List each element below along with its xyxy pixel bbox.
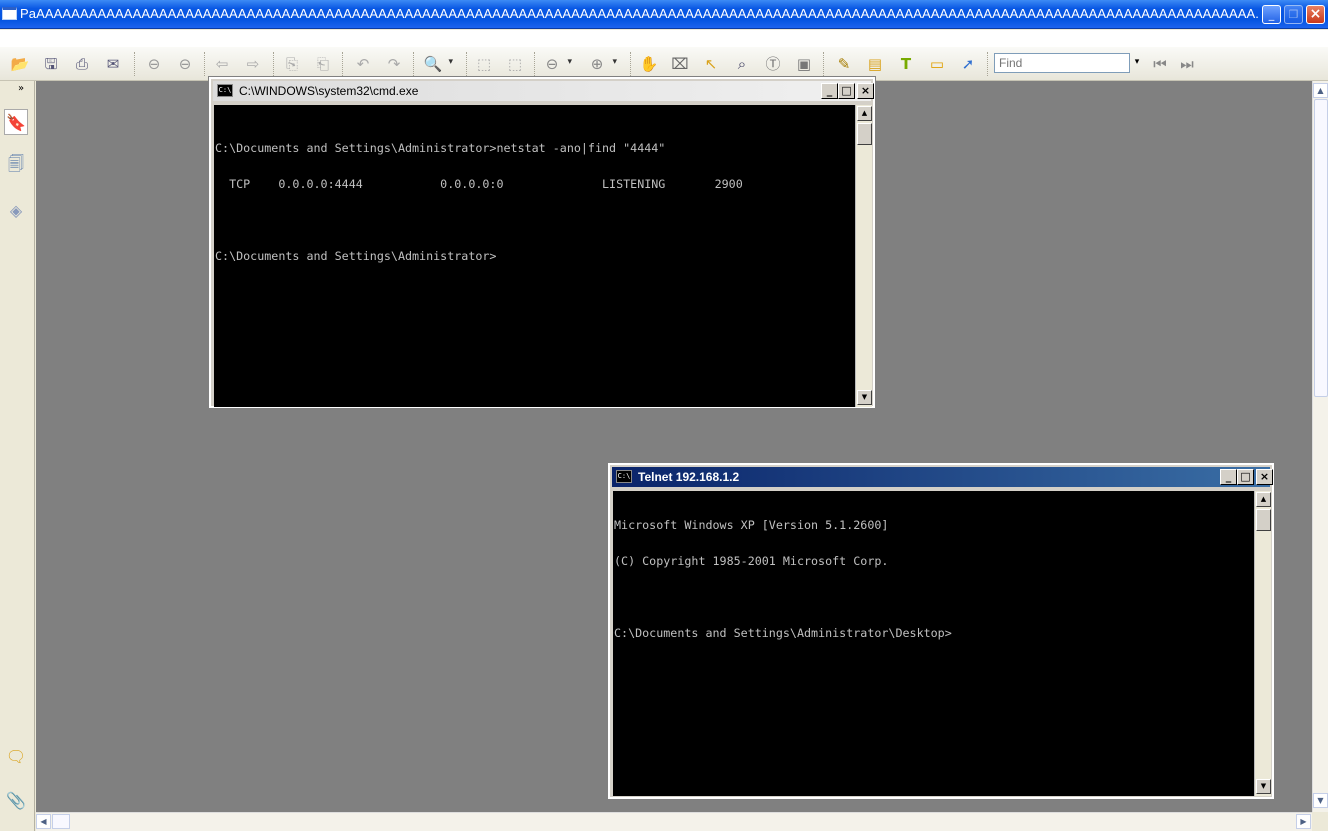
toolbar-separator: [273, 52, 275, 76]
console-icon: C:\: [217, 84, 233, 97]
expand-sidebar-icon[interactable]: »: [18, 83, 24, 94]
zoom-icon[interactable]: 🔍: [422, 53, 453, 75]
telnet-maximize-button[interactable]: □: [1237, 469, 1254, 485]
main-title-bar[interactable]: PaAAAAAAAAAAAAAAAAAAAAAAAAAAAAAAAAAAAAAA…: [0, 0, 1328, 29]
find-dropdown-icon[interactable]: ▾: [1131, 53, 1143, 73]
toolbar-separator: [534, 52, 536, 76]
find-previous-icon[interactable]: ⏮: [1149, 53, 1171, 75]
bookmarks-icon[interactable]: 🔖: [4, 109, 28, 135]
pages-icon[interactable]: 🗐: [4, 153, 28, 179]
toolbar-separator: [204, 52, 206, 76]
cmd-console-output[interactable]: C:\Documents and Settings\Administrator>…: [214, 105, 855, 407]
scroll-down-icon[interactable]: ▼: [1313, 793, 1328, 808]
telnet-scroll-thumb[interactable]: [1256, 509, 1271, 531]
toolbar-separator: [987, 52, 989, 76]
select-tool-icon[interactable]: ↖: [700, 53, 722, 75]
scroll-up-icon[interactable]: ▲: [1256, 492, 1271, 507]
menu-area: [0, 30, 1328, 47]
scroll-up-icon[interactable]: ▲: [857, 106, 872, 121]
back-icon[interactable]: ⇦: [211, 53, 233, 75]
vertical-scrollbar[interactable]: ▲ ▼: [1312, 81, 1328, 812]
insert-pages-icon[interactable]: ⎗: [312, 53, 334, 75]
page-down-icon[interactable]: ⊖: [174, 53, 196, 75]
cmd-close-button[interactable]: ×: [857, 83, 874, 99]
cmd-title-bar[interactable]: C:\ C:\WINDOWS\system32\cmd.exe _ □ ×: [213, 81, 874, 101]
page-up-icon[interactable]: ⊖: [143, 53, 165, 75]
cmd-minimize-button[interactable]: _: [821, 83, 838, 99]
scroll-down-icon[interactable]: ▼: [857, 390, 872, 405]
close-button[interactable]: ×: [1306, 5, 1325, 24]
attachments-icon[interactable]: 📎: [4, 787, 28, 813]
cmd-maximize-button[interactable]: □: [838, 83, 855, 99]
textbox-icon[interactable]: T: [895, 53, 917, 75]
toolbar-separator: [134, 52, 136, 76]
toolbar-separator: [342, 52, 344, 76]
fit-page-icon[interactable]: ⬚: [473, 53, 495, 75]
scroll-up-icon[interactable]: ▲: [1313, 83, 1328, 98]
console-icon: C:\: [616, 470, 632, 483]
console-line: TCP 0.0.0.0:4444 0.0.0.0:0 LISTENING 290…: [215, 177, 743, 191]
restore-button[interactable]: ❐: [1284, 5, 1303, 24]
cmd-window-title: C:\WINDOWS\system32\cmd.exe: [239, 84, 419, 98]
select-text-icon[interactable]: Ⓣ: [762, 53, 784, 75]
print-icon[interactable]: ⎙: [71, 53, 93, 75]
pencil-icon[interactable]: ✎: [833, 53, 855, 75]
toolbar-separator: [413, 52, 415, 76]
save-icon[interactable]: 🖫: [40, 53, 62, 75]
telnet-minimize-button[interactable]: _: [1220, 469, 1237, 485]
arrow-icon[interactable]: ➚: [957, 53, 979, 75]
telnet-console-output[interactable]: Microsoft Windows XP [Version 5.1.2600] …: [613, 491, 1254, 796]
cmd-scroll-thumb[interactable]: [857, 123, 872, 145]
forward-icon[interactable]: ⇨: [242, 53, 264, 75]
vertical-scroll-thumb[interactable]: [1314, 99, 1328, 397]
layers-icon[interactable]: ◈: [4, 197, 28, 223]
navigation-sidebar: » 🔖 🗐 ◈ 🗨 📎: [0, 81, 35, 831]
snapshot-camera-icon[interactable]: ▣: [793, 53, 815, 75]
scroll-down-icon[interactable]: ▼: [1256, 779, 1271, 794]
console-line: Microsoft Windows XP [Version 5.1.2600]: [614, 518, 889, 532]
telnet-close-button[interactable]: ×: [1256, 469, 1273, 485]
open-icon[interactable]: 📂: [9, 53, 31, 75]
minimize-button[interactable]: _: [1262, 5, 1281, 24]
horizontal-scrollbar[interactable]: ◀ ▶: [36, 812, 1312, 831]
scroll-right-icon[interactable]: ▶: [1296, 814, 1311, 829]
redo-icon[interactable]: ↷: [383, 53, 405, 75]
toolbar-separator: [466, 52, 468, 76]
cmd-window[interactable]: C:\ C:\WINDOWS\system32\cmd.exe _ □ × C:…: [208, 76, 876, 409]
telnet-window[interactable]: C:\ Telnet 192.168.1.2 _ □ × Microsoft W…: [607, 462, 1275, 800]
find-next-icon[interactable]: ⏭: [1176, 53, 1198, 75]
main-window-title: PaAAAAAAAAAAAAAAAAAAAAAAAAAAAAAAAAAAAAAA…: [20, 6, 1260, 21]
comment-icon[interactable]: ▭: [926, 53, 948, 75]
toolbar-separator: [823, 52, 825, 76]
telnet-window-title: Telnet 192.168.1.2: [638, 470, 740, 484]
telnet-title-bar[interactable]: C:\ Telnet 192.168.1.2 _ □ ×: [612, 467, 1273, 487]
toolbar-separator: [630, 52, 632, 76]
console-line: (C) Copyright 1985-2001 Microsoft Corp.: [614, 554, 889, 568]
app-window-icon[interactable]: [2, 7, 17, 20]
telnet-scrollbar[interactable]: ▲ ▼: [1254, 491, 1271, 796]
email-icon[interactable]: ✉: [102, 53, 124, 75]
find-input[interactable]: [994, 53, 1130, 73]
console-line: C:\Documents and Settings\Administrator>: [215, 249, 497, 263]
console-line: C:\Documents and Settings\Administrator>…: [215, 141, 666, 155]
scroll-left-icon[interactable]: ◀: [36, 814, 51, 829]
extract-pages-icon[interactable]: ⎘: [281, 53, 303, 75]
snapshot-icon[interactable]: ⌧: [669, 53, 691, 75]
note-icon[interactable]: ▤: [864, 53, 886, 75]
comments-icon[interactable]: 🗨: [4, 743, 28, 769]
find-binoculars-icon[interactable]: ⌕: [731, 53, 753, 75]
zoom-in-icon[interactable]: ⊕: [586, 53, 617, 75]
undo-icon[interactable]: ↶: [352, 53, 374, 75]
console-line: C:\Documents and Settings\Administrator\…: [614, 626, 952, 640]
cmd-scrollbar[interactable]: ▲ ▼: [855, 105, 872, 407]
hand-tool-icon[interactable]: ✋: [638, 53, 660, 75]
horizontal-scroll-thumb[interactable]: [52, 814, 70, 829]
fit-width-icon[interactable]: ⬚: [504, 53, 526, 75]
zoom-out-icon[interactable]: ⊖: [541, 53, 572, 75]
